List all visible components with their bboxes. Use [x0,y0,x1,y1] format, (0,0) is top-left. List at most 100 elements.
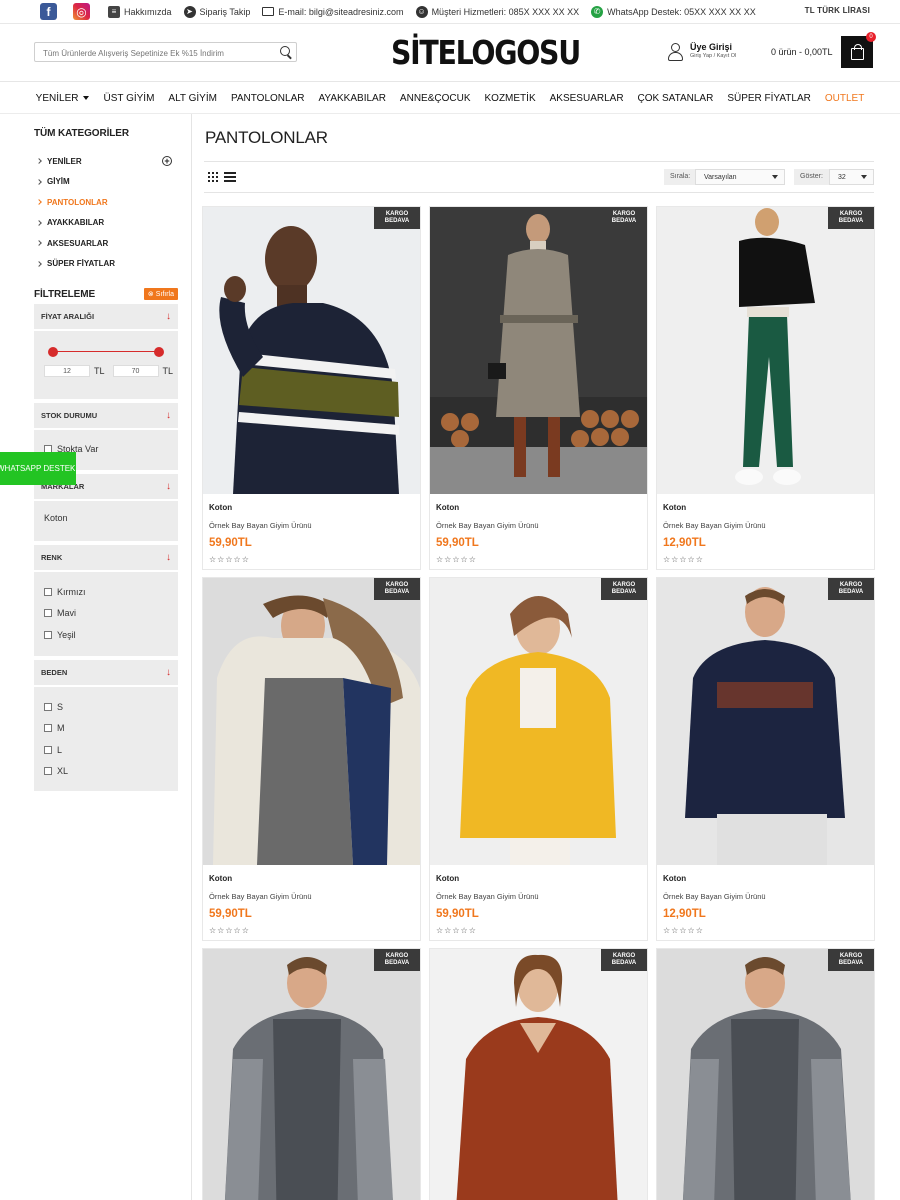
category-item-aksesuarlar[interactable]: AKSESUARLAR [34,233,178,254]
price-filter-header[interactable]: FİYAT ARALIĞI ↓ [34,304,178,331]
product-name[interactable]: Örnek Bay Bayan Giyim Ürünü [436,521,539,530]
product-name[interactable]: Örnek Bay Bayan Giyim Ürünü [209,521,312,530]
site-logo[interactable]: SİTELOGOSU [391,33,581,72]
product-brand: Koton [209,874,233,883]
instagram-icon[interactable]: ◎ [73,3,90,20]
product-image[interactable] [203,949,420,1200]
nav-item-ust-giyim[interactable]: ÜST GİYİM [103,93,154,104]
search-box [34,42,297,63]
product-card[interactable]: KARGO BEDAVA Koton Örnek Bay Bayan Giyim… [656,206,875,570]
free-shipping-badge: KARGO BEDAVA [601,949,647,971]
color-filter-header[interactable]: RENK ↓ [34,545,178,572]
customer-service-link[interactable]: ☺ Müşteri Hizmetleri: 085X XXX XX XX [415,5,579,18]
product-card[interactable]: KARGO BEDAVA [656,948,875,1200]
cart-button[interactable]: 0 [841,32,876,68]
search-icon[interactable] [280,46,290,56]
product-card[interactable]: KARGO BEDAVA Koton Örnek Bay Bayan Giyim… [429,577,648,941]
caret-down-icon [861,175,867,179]
cart-count-badge: 0 [866,32,876,42]
price-min-handle[interactable] [48,347,58,357]
nav-item-pantolonlar[interactable]: PANTOLONLAR [231,93,305,104]
free-shipping-badge: KARGO BEDAVA [828,949,874,971]
cart-summary[interactable]: 0 ürün - 0,00TL [771,47,833,57]
nav-item-cok-satanlar[interactable]: ÇOK SATANLAR [638,93,714,104]
category-item-yeniler[interactable]: YENİLER + [34,151,178,172]
reset-filters-button[interactable]: ⊗ Sıfırla [143,288,178,300]
product-image[interactable] [430,949,647,1200]
product-name[interactable]: Örnek Bay Bayan Giyim Ürünü [663,892,766,901]
nav-item-alt-giyim[interactable]: ALT GİYİM [168,93,217,104]
nav-item-aksesuarlar[interactable]: AKSESUARLAR [550,93,624,104]
category-item-giyim[interactable]: GİYİM [34,172,178,193]
color-red-checkbox[interactable]: Kırmızı [44,581,168,603]
color-green-checkbox[interactable]: Yeşil [44,624,168,646]
product-image[interactable] [203,207,420,494]
caret-down-icon [83,95,90,100]
sort-label: Sırala: [664,169,697,185]
about-link[interactable]: ≡ Hakkımızda [108,5,172,18]
product-image[interactable] [657,578,874,865]
member-login[interactable]: Üye Girişi Giriş Yap / Kayıt Ol [666,42,736,61]
product-image[interactable] [203,578,420,865]
rating-stars: ☆☆☆☆☆ [209,555,250,564]
category-item-pantolonlar[interactable]: PANTOLONLAR [34,192,178,213]
sort-select[interactable]: Varsayılan [695,169,785,185]
product-name[interactable]: Örnek Bay Bayan Giyim Ürünü [436,892,539,901]
user-icon [666,42,684,61]
size-l-checkbox[interactable]: L [44,739,168,761]
size-filter-header[interactable]: BEDEN ↓ [34,660,178,687]
search-input[interactable] [35,44,270,63]
size-xl-checkbox[interactable]: XL [44,761,168,783]
price-max-input[interactable] [112,365,159,377]
list-view-icon[interactable] [224,172,236,182]
product-brand: Koton [209,503,233,512]
headset-icon: ☺ [415,5,428,18]
brand-option-koton[interactable]: Koton [44,513,168,523]
currency-selector[interactable]: TL TÜRK LİRASI [805,6,870,15]
nav-item-kozmetik[interactable]: KOZMETİK [485,93,536,104]
filter-title: FİLTRELEME [34,288,96,300]
category-item-super-fiyatlar[interactable]: SÜPER FİYATLAR [34,254,178,275]
price-max-handle[interactable] [154,347,164,357]
email-link[interactable]: E-mail: bilgi@siteadresiniz.com [262,7,404,17]
size-m-checkbox[interactable]: M [44,718,168,740]
color-blue-checkbox[interactable]: Mavi [44,603,168,625]
whatsapp-support-button[interactable]: WHATSAPP DESTEK [0,452,76,485]
product-brand: Koton [663,503,687,512]
product-image[interactable] [657,207,874,494]
product-card[interactable]: KARGO BEDAVA [429,948,648,1200]
nav-item-outlet[interactable]: OUTLET [825,93,864,104]
product-price: 59,90TL [436,537,479,549]
grid-view-icon[interactable] [208,172,218,182]
nav-item-yeniler[interactable]: YENİLER [36,93,90,104]
product-card[interactable]: KARGO BEDAVA Koton Örnek Bay Bayan Giyim… [656,577,875,941]
content-divider [191,114,192,1200]
member-login-title: Üye Girişi [690,42,733,52]
product-image[interactable] [430,578,647,865]
truck-icon: ➤ [183,5,196,18]
social-links: f ◎ [0,3,108,20]
product-card[interactable]: KARGO BEDAVA Koton Örnek Bay Bayan Giyim… [202,206,421,570]
shopping-bag-icon [850,43,864,60]
size-s-checkbox[interactable]: S [44,696,168,718]
category-item-ayakkabilar[interactable]: AYAKKABILAR [34,213,178,234]
product-name[interactable]: Örnek Bay Bayan Giyim Ürünü [209,892,312,901]
product-card[interactable]: KARGO BEDAVA [202,948,421,1200]
price-range-slider[interactable] [48,345,164,359]
product-card[interactable]: KARGO BEDAVA Koton Örnek Bay Bayan Giyim… [429,206,648,570]
product-image[interactable] [430,207,647,494]
product-card[interactable]: KARGO BEDAVA Koton Örnek Bay Bayan Giyim… [202,577,421,941]
price-min-input[interactable] [44,365,90,377]
nav-item-anne-cocuk[interactable]: ANNE&ÇOCUK [400,93,471,104]
per-page-select[interactable]: 32 [829,169,874,185]
nav-item-ayakkabilar[interactable]: AYAKKABILAR [318,93,385,104]
nav-item-super-fiyatlar[interactable]: SÜPER FİYATLAR [727,93,811,104]
product-name[interactable]: Örnek Bay Bayan Giyim Ürünü [663,521,766,530]
stock-filter-header[interactable]: STOK DURUMU ↓ [34,403,178,430]
order-tracking-link[interactable]: ➤ Sipariş Takip [183,5,250,18]
facebook-icon[interactable]: f [40,3,57,20]
product-image[interactable] [657,949,874,1200]
product-price: 59,90TL [209,537,252,549]
expand-plus-icon[interactable]: + [162,156,172,166]
whatsapp-link[interactable]: ✆ WhatsApp Destek: 05XX XXX XX XX [591,5,756,18]
